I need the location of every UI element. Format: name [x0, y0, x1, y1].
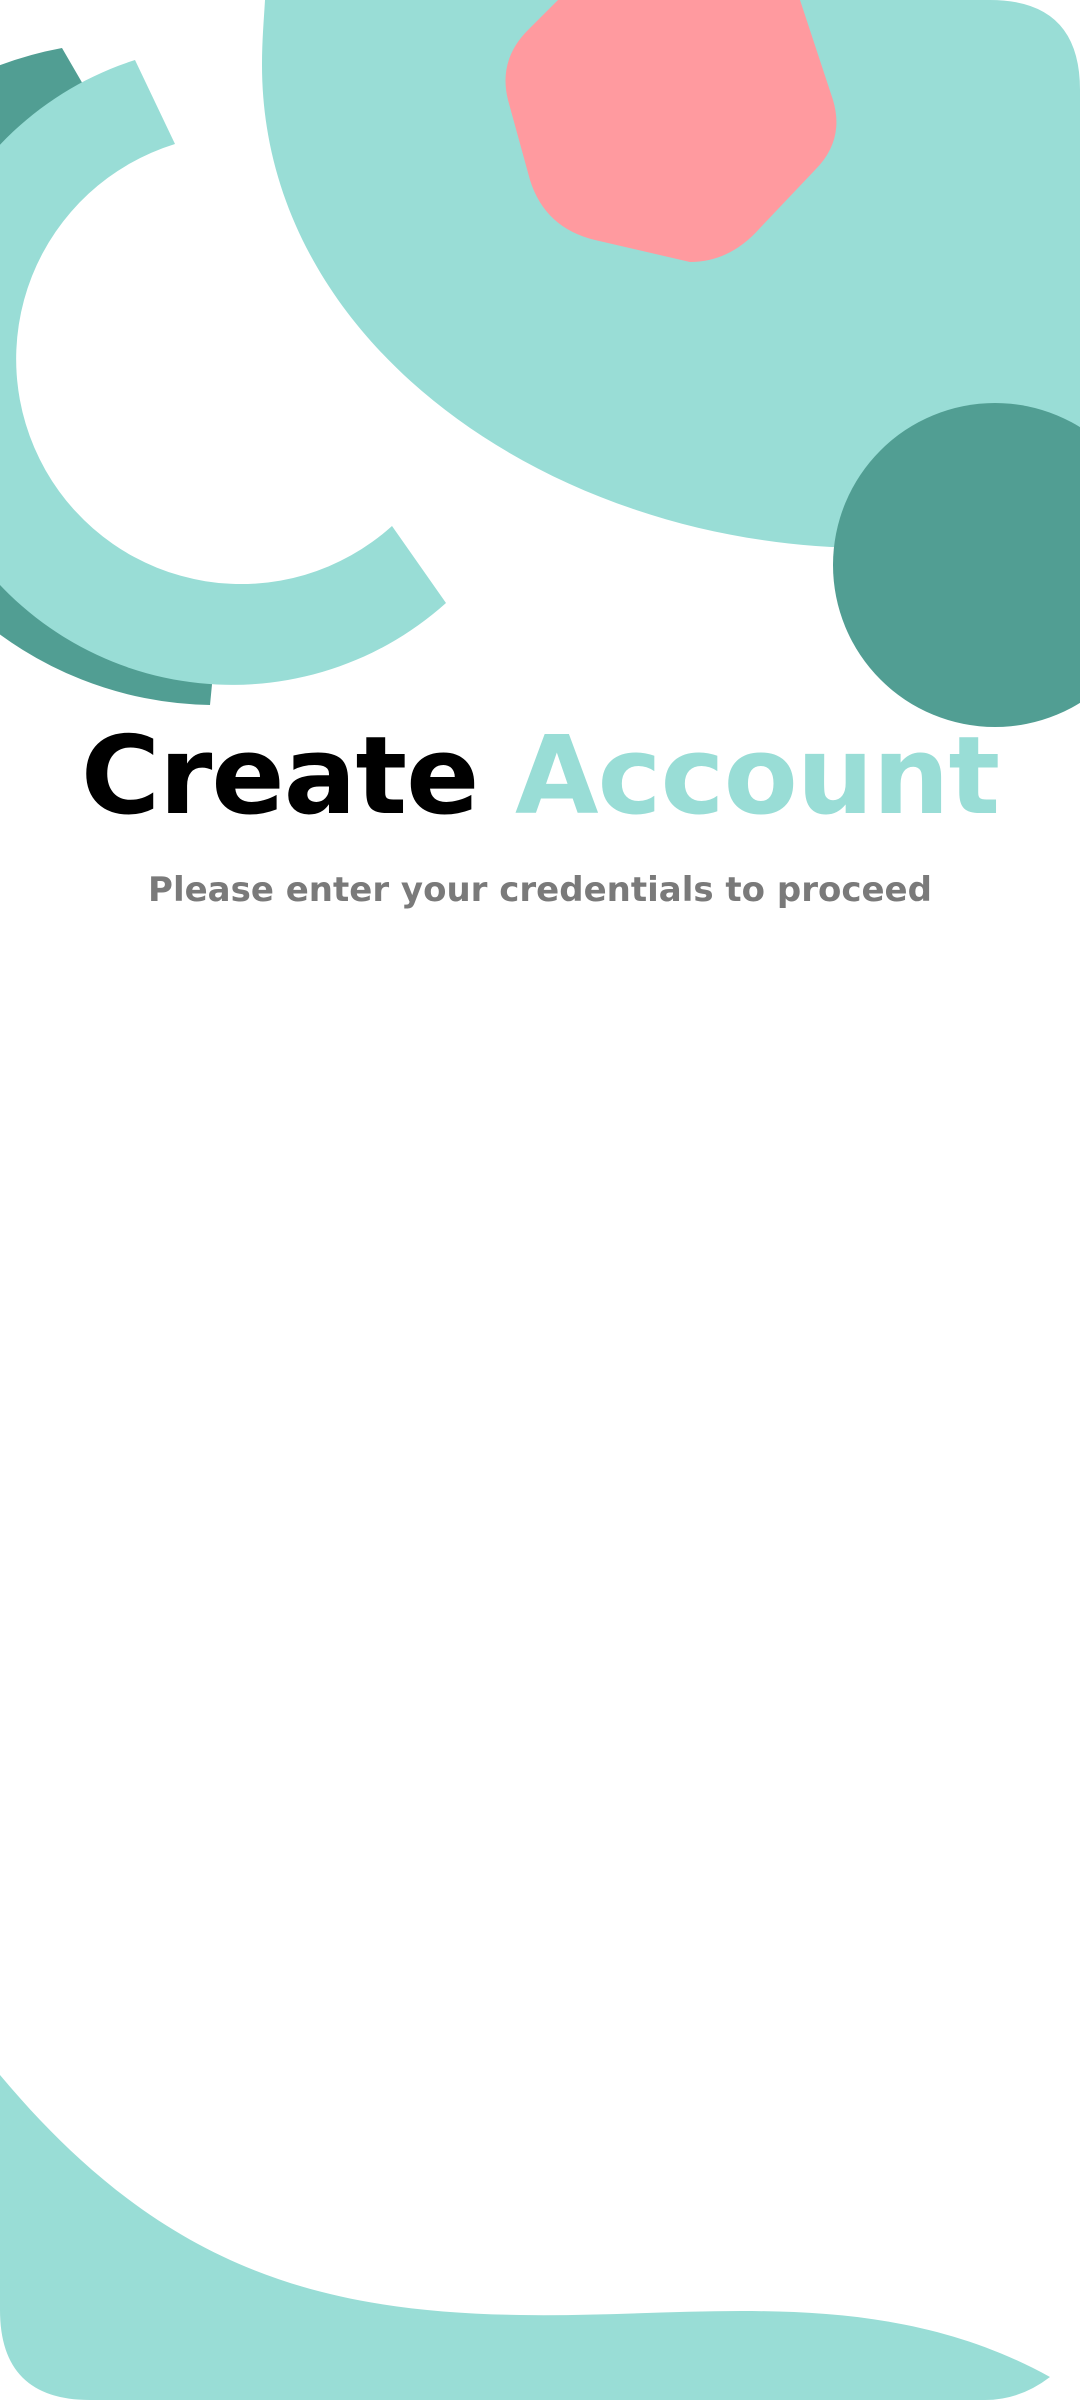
bottom-teal-wave: [0, 2075, 1050, 2400]
title-create-text: Create: [80, 714, 480, 839]
page-subtitle: Please enter your credentials to proceed: [148, 870, 932, 910]
background-decoration: [0, 0, 1080, 2400]
create-account-screen: Create Account Please enter your credent…: [0, 0, 1080, 2400]
page-title: Create Account: [0, 712, 1080, 842]
title-account-text: Account: [514, 714, 1000, 839]
